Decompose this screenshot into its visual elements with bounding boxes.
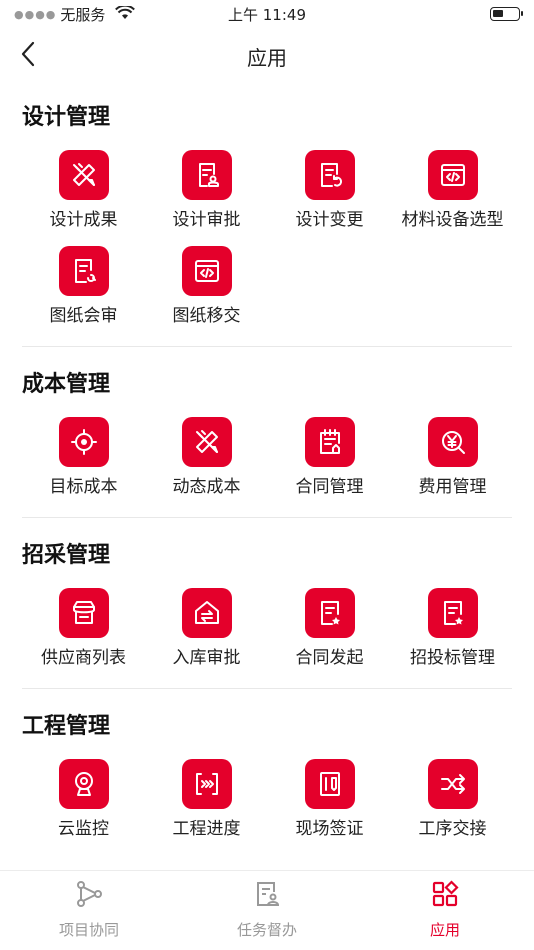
section-title: 设计管理 [22, 105, 111, 130]
app-label: 工序交接 [418, 819, 487, 839]
app-item[interactable]: 图纸移交 [145, 246, 268, 328]
app-item[interactable]: 费用管理 [391, 417, 514, 499]
share-nodes-icon [74, 879, 104, 913]
section-0: 设计管理设计成果 设计审批 设计变更 材料设备选型图纸会审 图纸移交 [0, 80, 534, 328]
app-label: 现场签证 [295, 819, 364, 839]
app-item[interactable]: 材料设备选型 [391, 150, 514, 232]
app-item[interactable]: 工程进度 [145, 759, 268, 841]
page-title: 应用 [247, 46, 287, 70]
apps-grid-icon [430, 879, 460, 913]
tab-label: 项目协同 [58, 921, 119, 939]
app-label: 图纸会审 [49, 306, 118, 326]
app-label: 设计成果 [49, 210, 118, 230]
app-label: 费用管理 [418, 477, 487, 497]
app-item[interactable]: 目标成本 [22, 417, 145, 499]
tab-apps-grid[interactable]: 应用 [356, 871, 534, 950]
app-list[interactable]: 设计管理设计成果 设计审批 设计变更 材料设备选型图纸会审 图纸移交成本管理目标成本 动态… [0, 80, 534, 870]
store-icon [58, 588, 109, 638]
app-item[interactable]: 设计成果 [22, 150, 145, 232]
progress-icon [181, 759, 232, 809]
site-visa-icon [304, 759, 355, 809]
app-label: 设计审批 [172, 210, 241, 230]
document-approve-icon [181, 150, 232, 200]
pencil-ruler-icon [181, 417, 232, 467]
app-label: 材料设备选型 [401, 210, 504, 230]
document-change-icon [304, 150, 355, 200]
battery-icon [490, 7, 523, 21]
app-label: 图纸移交 [172, 306, 241, 326]
warehouse-icon [181, 588, 232, 638]
pencil-ruler-icon [58, 150, 109, 200]
app-item[interactable]: 供应商列表 [22, 588, 145, 670]
app-item[interactable]: 设计变更 [268, 150, 391, 232]
app-label: 云监控 [58, 819, 109, 839]
camera-icon [58, 759, 109, 809]
status-time: 上午 11:49 [228, 6, 306, 24]
app-item[interactable]: 图纸会审 [22, 246, 145, 328]
code-window-icon [427, 150, 478, 200]
app-label: 招投标管理 [410, 648, 495, 668]
section-2: 招采管理供应商列表 入库审批 合同发起 招投标管理 [0, 518, 534, 670]
app-label: 目标成本 [49, 477, 118, 497]
section-1: 成本管理目标成本 动态成本 合同管理 费用管理 [0, 347, 534, 499]
target-icon [58, 417, 109, 467]
app-item[interactable]: 工序交接 [391, 759, 514, 841]
contract-icon [304, 417, 355, 467]
app-grid: 供应商列表 入库审批 合同发起 招投标管理 [22, 588, 534, 670]
app-label: 合同管理 [295, 477, 364, 497]
app-item[interactable]: 现场签证 [268, 759, 391, 841]
document-star-icon [427, 588, 478, 638]
app-grid: 云监控 工程进度 现场签证 工序交接 [22, 759, 534, 841]
app-label: 动态成本 [172, 477, 241, 497]
app-label: 工程进度 [172, 819, 241, 839]
app-item[interactable]: 合同发起 [268, 588, 391, 670]
section-title: 成本管理 [22, 372, 111, 397]
task-icon [252, 879, 282, 913]
app-label: 设计变更 [295, 210, 364, 230]
section-title: 工程管理 [22, 714, 111, 739]
section-3: 工程管理云监控 工程进度 现场签证 工序交接 [0, 689, 534, 841]
shuffle-icon [427, 759, 478, 809]
tab-task[interactable]: 任务督办 [178, 871, 356, 950]
app-item[interactable]: 招投标管理 [391, 588, 514, 670]
app-item[interactable]: 动态成本 [145, 417, 268, 499]
yen-search-icon [427, 417, 478, 467]
section-title: 招采管理 [22, 543, 111, 568]
app-grid: 设计成果 设计审批 设计变更 材料设备选型图纸会审 图纸移交 [22, 150, 534, 328]
code-window-icon [181, 246, 232, 296]
app-item[interactable]: 合同管理 [268, 417, 391, 499]
app-grid: 目标成本 动态成本 合同管理 费用管理 [22, 417, 534, 499]
app-label: 供应商列表 [41, 648, 126, 668]
document-review-icon [58, 246, 109, 296]
nav-bar: 应用 [0, 28, 534, 80]
app-label: 合同发起 [295, 648, 364, 668]
app-item[interactable]: 设计审批 [145, 150, 268, 232]
tab-label: 应用 [429, 921, 460, 939]
tab-label: 任务督办 [236, 921, 297, 939]
app-item[interactable]: 入库审批 [145, 588, 268, 670]
tab-share-nodes[interactable]: 项目协同 [0, 871, 178, 950]
document-star-icon [304, 588, 355, 638]
tab-bar: 项目协同 任务督办 应用 [0, 870, 534, 950]
app-item[interactable]: 云监控 [22, 759, 145, 841]
status-bar: ●●●● 无服务 上午 11:49 [0, 0, 534, 28]
app-label: 入库审批 [172, 648, 241, 668]
